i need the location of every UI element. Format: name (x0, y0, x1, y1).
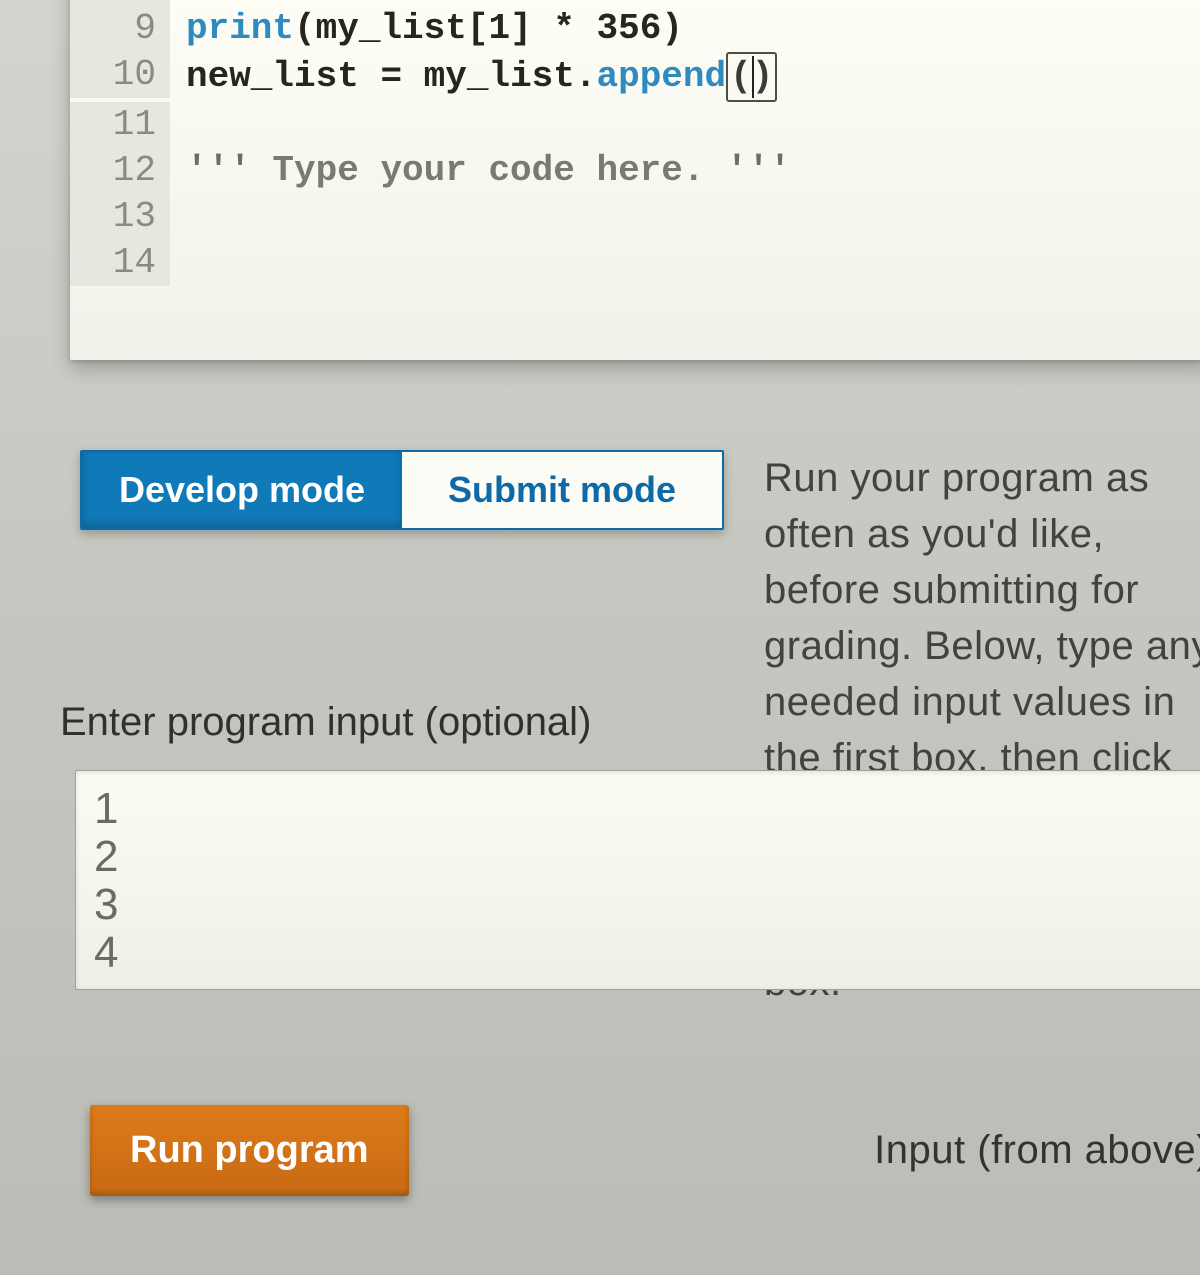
code-token: my_list (316, 8, 467, 49)
program-input[interactable]: 1 2 3 4 (75, 770, 1200, 990)
code-line[interactable]: 11 (70, 102, 1200, 148)
code-token: append (597, 56, 727, 97)
code-token: ) (467, 0, 489, 3)
code-token: ( (294, 0, 316, 3)
code-token: ''' (186, 150, 272, 191)
code-token: = (380, 56, 423, 97)
code-token: print (186, 0, 294, 3)
line-number: 9 (70, 6, 170, 52)
code-content[interactable]: ''' Type your code here. ''' (170, 148, 791, 194)
run-row: Run program Input (from above) (90, 1105, 1200, 1196)
page-root: 8print(my_list)9print(my_list[1] * 356)1… (0, 0, 1200, 1275)
code-token: print (186, 8, 294, 49)
code-editor[interactable]: 8print(my_list)9print(my_list[1] * 356)1… (70, 0, 1200, 360)
code-token: my_list (316, 0, 467, 3)
line-number: 13 (70, 194, 170, 240)
code-token: 1 (488, 8, 510, 49)
code-content[interactable]: print(my_list[1] * 356) (170, 6, 683, 52)
program-input-label: Enter program input (optional) (60, 700, 591, 745)
code-content[interactable]: new_list = my_list.append() (170, 52, 777, 102)
code-token: ''' (705, 150, 791, 191)
line-number: 11 (70, 102, 170, 148)
code-token: . (575, 56, 597, 97)
cursor-position: () (726, 52, 777, 102)
code-line[interactable]: 12''' Type your code here. ''' (70, 148, 1200, 194)
tab-submit-mode[interactable]: Submit mode (402, 452, 722, 528)
code-token: ) (661, 8, 683, 49)
code-token: my_list (424, 56, 575, 97)
code-line[interactable]: 13 (70, 194, 1200, 240)
code-token: ] * (510, 8, 596, 49)
run-program-button[interactable]: Run program (90, 1105, 409, 1196)
code-token: [ (467, 8, 489, 49)
tab-develop-mode[interactable]: Develop mode (82, 452, 402, 528)
code-token: 356 (597, 8, 662, 49)
line-number: 14 (70, 240, 170, 286)
line-number: 10 (70, 52, 170, 98)
code-line[interactable]: 9print(my_list[1] * 356) (70, 6, 1200, 52)
code-token: ( (294, 8, 316, 49)
input-from-above-label: Input (from above) (874, 1128, 1200, 1173)
mode-toggle: Develop mode Submit mode (80, 450, 724, 530)
code-line[interactable]: 14 (70, 240, 1200, 286)
code-token: Type your code here. (272, 150, 704, 191)
line-number: 12 (70, 148, 170, 194)
code-line[interactable]: 10new_list = my_list.append() (70, 52, 1200, 102)
code-token: new_list (186, 56, 380, 97)
